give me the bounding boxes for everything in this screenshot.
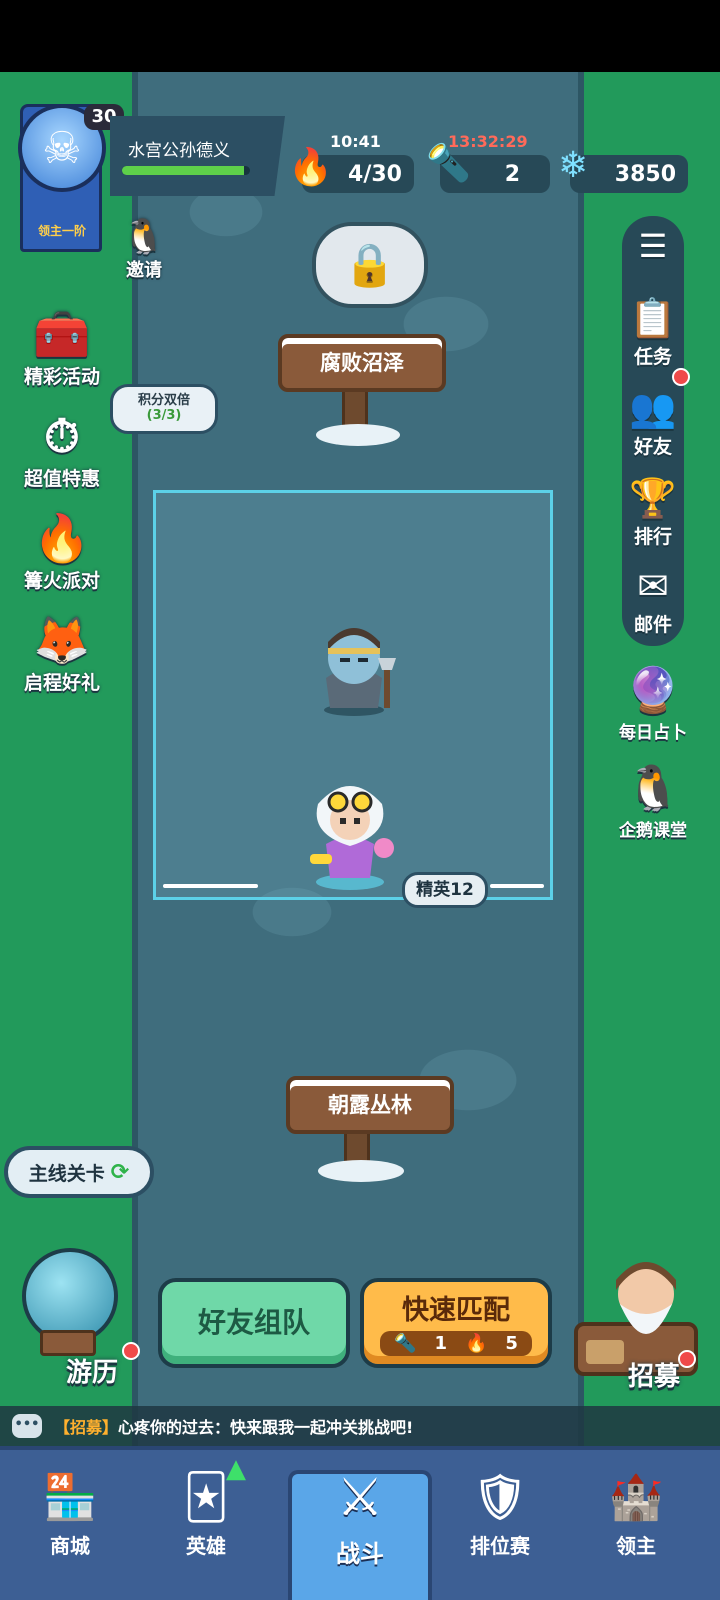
- recruit-notification-dot: [678, 1350, 696, 1368]
- chat-bubble-icon[interactable]: •••: [12, 1414, 42, 1438]
- player-exp-bar: [122, 166, 250, 175]
- winged-creature-icon: 🦊: [33, 613, 91, 667]
- locked-area-bubble[interactable]: 🔒: [312, 222, 428, 308]
- flame-cost: 5: [505, 1333, 518, 1354]
- nav-lord-label: 领主: [616, 1534, 656, 1558]
- elite-stage-tag: 精英12: [402, 872, 488, 908]
- recruit-label[interactable]: 招募: [628, 1356, 680, 1393]
- torch-cost-icon: 🔦: [394, 1333, 417, 1354]
- nav-shop-label: 商城: [50, 1534, 90, 1558]
- invite-button[interactable]: 🐧 邀请: [94, 218, 194, 282]
- snow-base-bottom: [318, 1160, 404, 1182]
- ranking-button[interactable]: 🏆 排行: [610, 474, 696, 549]
- friends-icon: 👥: [629, 386, 677, 430]
- score-double-title: 积分双倍: [137, 393, 190, 408]
- flame-plus-icon[interactable]: 🔥: [288, 150, 333, 186]
- quick-match-label: 快速匹配: [402, 1295, 510, 1326]
- score-double-bubble: 积分双倍 (3/3): [110, 384, 218, 434]
- travel-notification-dot: [122, 1342, 140, 1360]
- score-double-progress: (3/3): [146, 408, 182, 423]
- refresh-icon: ⟳: [110, 1159, 130, 1185]
- stamina-timer: 10:41: [330, 132, 381, 151]
- mainline-stage-button[interactable]: 主线关卡 ⟳: [4, 1146, 154, 1198]
- tasks-label: 任务: [633, 346, 672, 368]
- crystal-ball-icon: 🔮: [625, 665, 681, 716]
- nav-ranked-label: 排位赛: [470, 1534, 530, 1558]
- start-gift-label: 启程好礼: [23, 672, 100, 694]
- flame-cost-icon: 🔥: [465, 1333, 488, 1354]
- deals-button[interactable]: ⏱ 超值特惠: [12, 408, 112, 491]
- ranking-label: 排行: [633, 526, 672, 548]
- crossed-weapons-icon: ⚔: [336, 1468, 384, 1528]
- friends-notification-dot: [672, 368, 690, 386]
- activities-button[interactable]: 🧰 精彩活动: [12, 306, 112, 389]
- bonfire-label: 篝火派对: [23, 570, 100, 592]
- quick-match-button[interactable]: 快速匹配 🔦 1 🔥 5: [360, 1278, 552, 1368]
- quick-match-cost: 🔦 1 🔥 5: [380, 1331, 532, 1356]
- crystal-plus-icon[interactable]: ❄: [558, 148, 588, 184]
- hamburger-menu-icon: ☰: [638, 227, 668, 265]
- penguin-teacher-icon: 🐧: [625, 763, 681, 814]
- travel-label[interactable]: 游历: [66, 1352, 118, 1389]
- nav-battle-label: 战斗: [336, 1540, 384, 1568]
- invite-label: 邀请: [126, 260, 162, 281]
- mainline-stage-label: 主线关卡: [28, 1162, 105, 1185]
- chat-text: 心疼你的过去：快来跟我一起冲关挑战吧!: [118, 1418, 414, 1437]
- stage-progress-line-right: [490, 884, 544, 888]
- player-name: 水宫公孙德义: [128, 141, 230, 161]
- bonfire-button[interactable]: 🔥 篝火派对: [12, 510, 112, 593]
- current-area-sign[interactable]: 朝露丛林: [286, 1076, 454, 1134]
- nav-lord[interactable]: 🏰 领主: [576, 1466, 696, 1559]
- tasks-button[interactable]: 📋 任务: [610, 294, 696, 369]
- torch-cost: 1: [434, 1333, 447, 1354]
- chat-bar[interactable]: ••• 【招募】心疼你的过去：快来跟我一起冲关挑战吧!: [0, 1406, 720, 1446]
- lock-icon: 🔒: [343, 240, 397, 289]
- treasure-chest-icon: 🧰: [33, 307, 91, 361]
- nav-heroes[interactable]: 🃏 英雄: [146, 1466, 266, 1559]
- nav-shop[interactable]: 🏪 商城: [10, 1466, 130, 1559]
- chat-message: 【招募】心疼你的过去：快来跟我一起冲关挑战吧!: [54, 1414, 413, 1438]
- nav-battle[interactable]: ⚔ 战斗: [300, 1462, 420, 1569]
- clock-icon: ⏱: [44, 409, 80, 463]
- status-bar: [0, 0, 720, 72]
- lord-banner-icon: 🏰: [608, 1472, 664, 1523]
- stage-progress-line-left: [163, 884, 258, 888]
- podium-icon: 🏆: [629, 476, 677, 520]
- locked-area-sign[interactable]: 腐败沼泽: [278, 334, 446, 392]
- daily-fortune-button[interactable]: 🔮 每日占卜: [610, 664, 696, 743]
- player-exp-fill: [122, 166, 244, 175]
- checklist-icon: 📋: [629, 296, 677, 340]
- friends-button[interactable]: 👥 好友: [610, 384, 696, 459]
- shop-stall-icon: 🏪: [42, 1472, 98, 1523]
- start-gift-button[interactable]: 🦊 启程好礼: [12, 612, 112, 695]
- nav-ranked[interactable]: 🛡 排位赛: [440, 1466, 560, 1559]
- mail-icon: ✉: [637, 564, 669, 608]
- chat-tag: 【招募】: [54, 1418, 119, 1437]
- deals-label: 超值特惠: [23, 468, 100, 490]
- torch-icon: 🔦: [426, 143, 471, 184]
- mail-label: 邮件: [633, 614, 672, 636]
- player-hero-character[interactable]: [300, 774, 400, 894]
- upgrade-arrow-icon: ▲: [226, 1454, 246, 1484]
- torch-count: 2: [504, 161, 520, 187]
- penguin-class-label: 企鹅课堂: [619, 821, 687, 841]
- player-rank-label: 领主一阶: [37, 224, 86, 238]
- nav-heroes-label: 英雄: [186, 1534, 226, 1558]
- menu-button[interactable]: ☰: [610, 222, 696, 270]
- penguin-invite-icon: 🐧: [122, 217, 166, 257]
- mail-button[interactable]: ✉ 邮件: [610, 562, 696, 637]
- hero-card-icon: 🃏: [183, 1472, 229, 1523]
- penguin-class-button[interactable]: 🐧 企鹅课堂: [610, 762, 696, 841]
- shield-badge-icon: 🛡: [472, 1472, 528, 1523]
- bonfire-icon: 🔥: [33, 511, 91, 565]
- daily-fortune-label: 每日占卜: [619, 723, 687, 743]
- team-up-button[interactable]: 好友组队: [158, 1278, 350, 1368]
- friends-label: 好友: [633, 436, 672, 458]
- snow-base-top: [316, 424, 400, 446]
- activities-label: 精彩活动: [23, 366, 100, 388]
- enemy-zombie-character[interactable]: [306, 618, 402, 718]
